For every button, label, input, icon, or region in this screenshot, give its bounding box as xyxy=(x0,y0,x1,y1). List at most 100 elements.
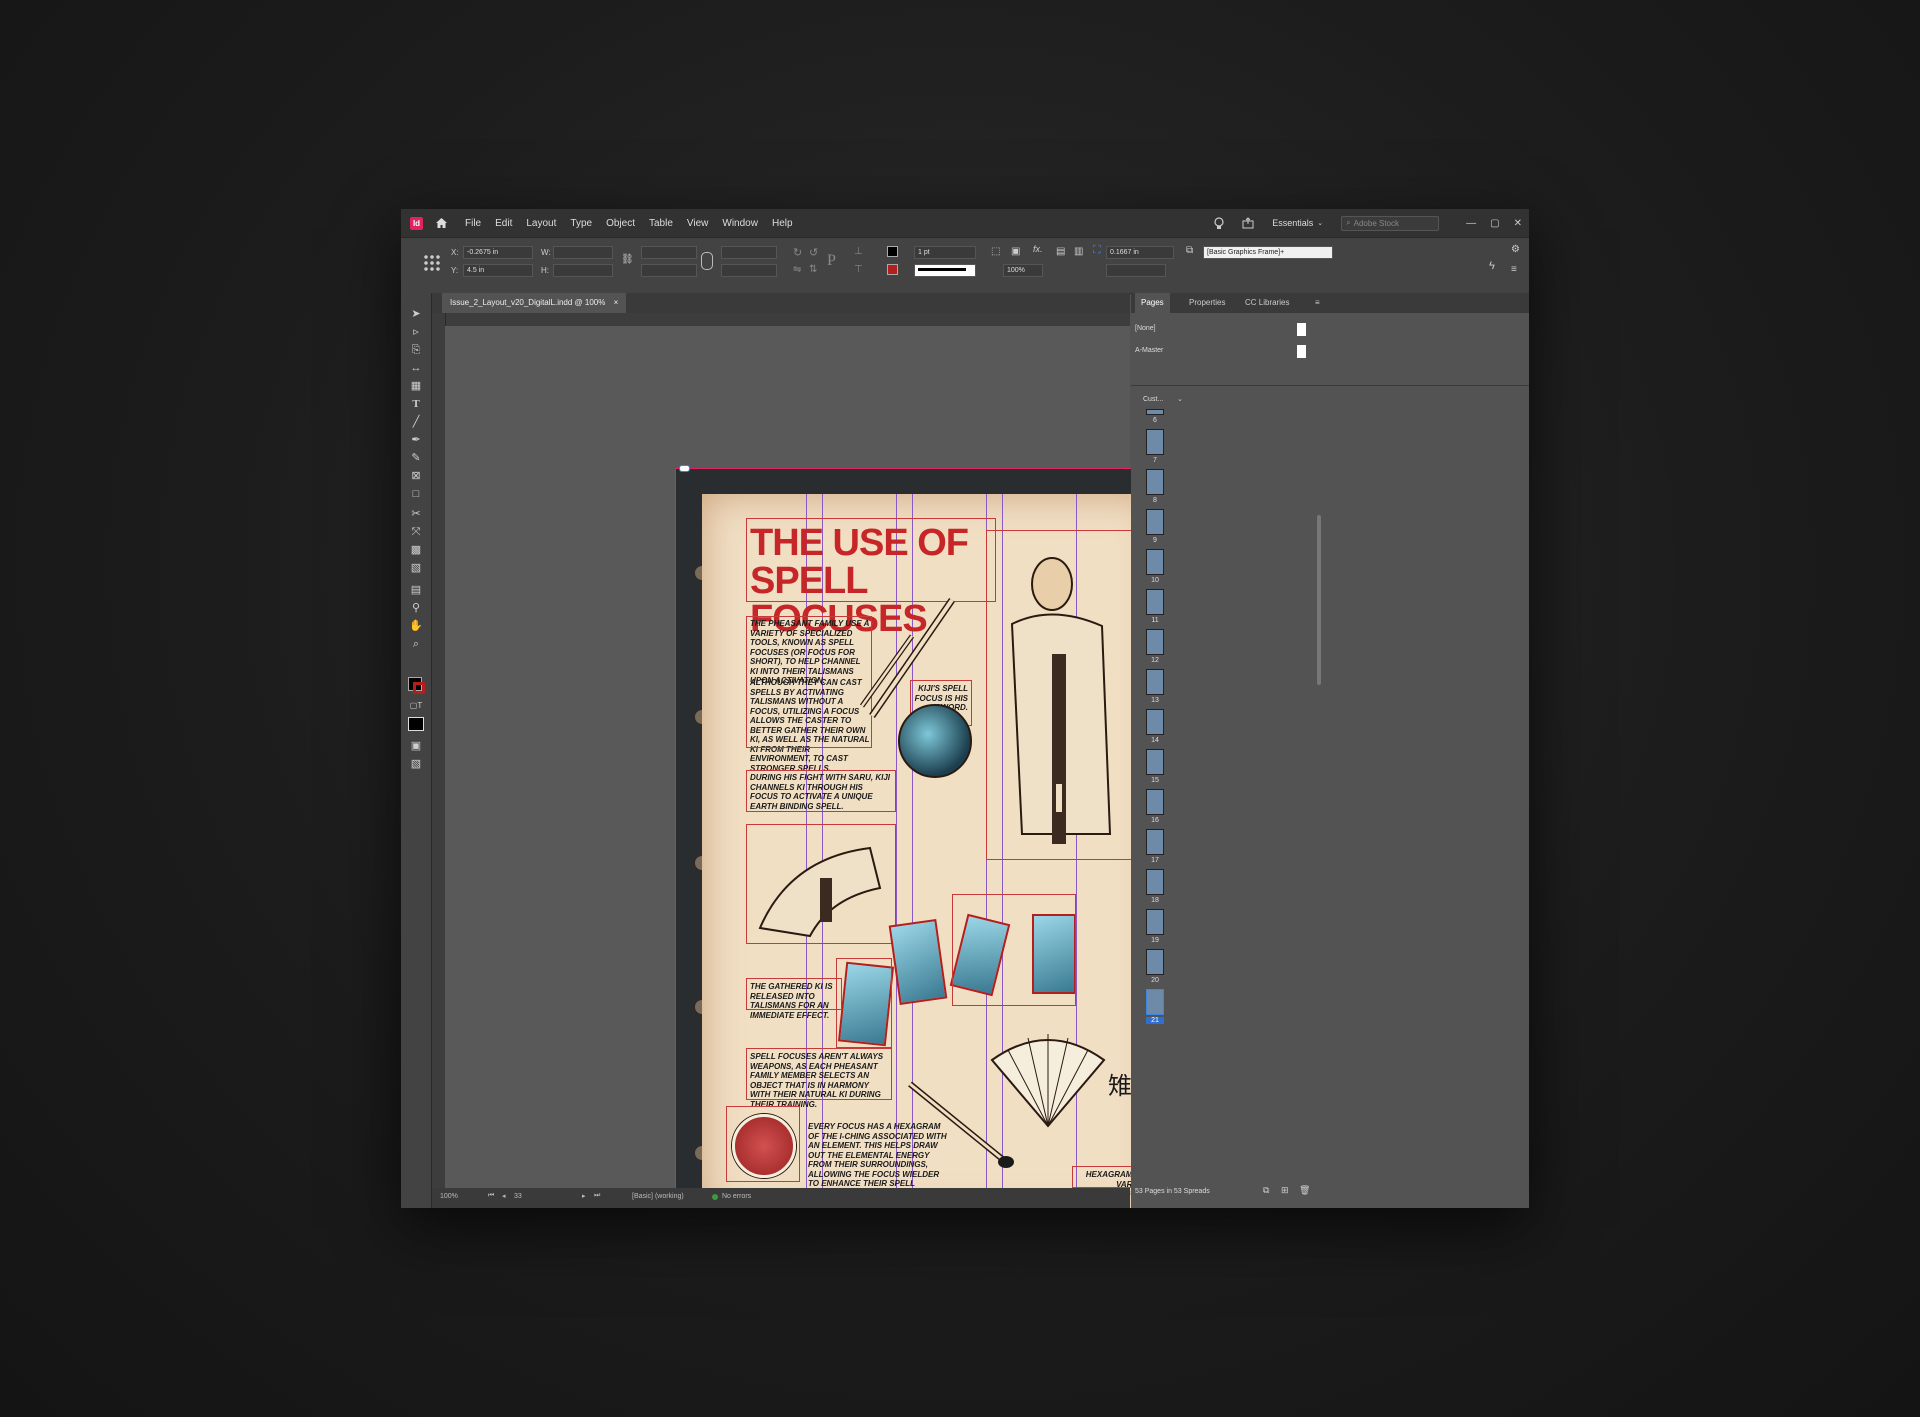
document-page[interactable]: THE USE OF SPELL FOCUSES The Pheasant fa… xyxy=(702,494,1158,1208)
menu-type[interactable]: Type xyxy=(563,218,599,229)
view-mode-icon[interactable]: ▧ xyxy=(409,757,423,771)
frame-fit-icon[interactable]: ⬚ xyxy=(991,246,1000,257)
gradient-tool-icon[interactable]: ▩ xyxy=(409,543,423,557)
stroke-weight-field[interactable]: 1 pt xyxy=(914,246,976,259)
page-thumb[interactable] xyxy=(1146,949,1164,975)
gradient-feather-tool-icon[interactable]: ▧ xyxy=(409,561,423,575)
text-wrap-icon[interactable]: ▤ xyxy=(1056,246,1065,257)
distribute-icon[interactable]: ⊤ xyxy=(854,264,863,275)
opacity-field[interactable]: 100% xyxy=(1003,264,1043,277)
page-thumb[interactable] xyxy=(1146,629,1164,655)
paragraph-hexagram[interactable]: Every focus has a hexagram of the I-Chin… xyxy=(808,1122,948,1198)
close-tab-icon[interactable]: × xyxy=(614,298,619,307)
text-frame-gathered[interactable] xyxy=(746,978,842,1010)
pen-tool-icon[interactable]: ✒ xyxy=(409,433,423,447)
stroke-swatch[interactable] xyxy=(887,264,898,275)
emblem-frame[interactable] xyxy=(726,1106,800,1182)
menu-table[interactable]: Table xyxy=(642,218,680,229)
reference-point-icon[interactable] xyxy=(423,254,441,272)
flip-horizontal-icon[interactable]: ⇋ xyxy=(793,264,801,275)
talisman-card[interactable] xyxy=(888,919,948,1005)
zoom-level[interactable]: 100% xyxy=(440,1193,458,1200)
page-thumb[interactable] xyxy=(1146,869,1164,895)
home-icon[interactable] xyxy=(435,217,448,229)
horizontal-ruler[interactable] xyxy=(445,313,1130,327)
scissors-tool-icon[interactable]: ✂ xyxy=(409,507,423,521)
content-collector-icon[interactable]: ▦ xyxy=(409,379,423,393)
object-style-select[interactable]: [Basic Graphics Frame]+ xyxy=(1203,246,1333,259)
page-thumb[interactable] xyxy=(1146,409,1164,415)
text-frame-spell-focuses[interactable] xyxy=(746,1048,892,1100)
talisman-frame[interactable] xyxy=(836,958,892,1048)
offset-field[interactable]: 0.1667 in xyxy=(1106,246,1174,259)
preflight-status[interactable]: No errors xyxy=(722,1193,751,1200)
page-size-select[interactable]: Cust... xyxy=(1143,396,1163,403)
fill-swatch[interactable] xyxy=(887,246,898,257)
page-thumb[interactable] xyxy=(1146,469,1164,495)
master-a[interactable]: A-Master xyxy=(1135,347,1163,354)
page-thumb[interactable] xyxy=(1146,749,1164,775)
close-button[interactable]: ✕ xyxy=(1514,218,1522,229)
page-thumb-selected[interactable] xyxy=(1146,989,1164,1015)
menu-file[interactable]: File xyxy=(458,218,488,229)
scale-x-field[interactable] xyxy=(641,246,697,259)
h-field[interactable] xyxy=(553,264,613,277)
scale-y-field[interactable] xyxy=(641,264,697,277)
panel-scrollbar[interactable] xyxy=(1317,515,1321,685)
gap-tool-icon[interactable]: ↔ xyxy=(409,361,423,375)
page-tool-icon[interactable]: ⎘ xyxy=(409,343,423,357)
trash-icon[interactable]: 🗑 xyxy=(1299,1185,1310,1196)
line-tool-icon[interactable]: ╱ xyxy=(409,415,423,429)
chevron-down-icon[interactable]: ⌄ xyxy=(1177,395,1183,403)
rotate-cw-icon[interactable]: ↻ xyxy=(793,246,802,259)
pasteboard[interactable]: THE USE OF SPELL FOCUSES The Pheasant fa… xyxy=(445,326,1184,1208)
prev-page-icon[interactable]: ◂ xyxy=(502,1192,506,1200)
constrain-link-icon[interactable]: ⛓ xyxy=(621,254,634,265)
menu-layout[interactable]: Layout xyxy=(519,218,563,229)
tab-properties[interactable]: Properties xyxy=(1189,293,1225,313)
text-wrap-jump-icon[interactable]: ▥ xyxy=(1074,246,1083,257)
rotate-field[interactable] xyxy=(721,246,777,259)
menu-view[interactable]: View xyxy=(680,218,716,229)
stroke-color-icon[interactable] xyxy=(413,682,425,694)
align-icon[interactable]: ⊥ xyxy=(854,246,863,257)
corner-shape-field[interactable] xyxy=(1106,264,1166,277)
edit-page-size-icon[interactable]: ⧉ xyxy=(1263,1185,1269,1196)
profile-status[interactable]: [Basic] (working) xyxy=(632,1193,684,1200)
share-icon[interactable] xyxy=(1242,217,1254,229)
frame-handle[interactable] xyxy=(679,465,690,472)
next-page-icon[interactable]: ▸ xyxy=(582,1192,586,1200)
inset-circle-image[interactable] xyxy=(898,704,972,778)
tab-pages[interactable]: Pages xyxy=(1135,293,1170,313)
screen-mode-icon[interactable]: ▣ xyxy=(409,739,423,753)
page-number-field[interactable]: 33 xyxy=(514,1193,570,1200)
lightning-icon[interactable]: ϟ xyxy=(1489,260,1495,272)
maximize-button[interactable]: ▢ xyxy=(1490,218,1499,229)
selection-tool-icon[interactable]: ➤ xyxy=(409,307,423,321)
apply-color-icon[interactable] xyxy=(408,717,424,731)
menu-window[interactable]: Window xyxy=(715,218,765,229)
hand-tool-icon[interactable]: ✋ xyxy=(409,619,423,633)
first-page-icon[interactable]: ⏮ xyxy=(488,1192,494,1200)
new-page-icon[interactable]: ⊞ xyxy=(1281,1185,1289,1196)
vertical-ruler[interactable] xyxy=(432,313,446,1188)
page-thumb[interactable] xyxy=(1146,909,1164,935)
tab-cc-libraries[interactable]: CC Libraries xyxy=(1245,293,1289,313)
drop-shadow-icon[interactable]: ▣ xyxy=(1011,246,1020,257)
type-tool-icon[interactable]: T xyxy=(409,397,423,411)
page-thumb[interactable] xyxy=(1146,429,1164,455)
page-thumb[interactable] xyxy=(1146,789,1164,815)
menu-object[interactable]: Object xyxy=(599,218,642,229)
menu-edit[interactable]: Edit xyxy=(488,218,519,229)
page-thumb[interactable] xyxy=(1146,709,1164,735)
menu-help[interactable]: Help xyxy=(765,218,800,229)
text-frame-fight[interactable] xyxy=(746,770,896,812)
document-tab[interactable]: Issue_2_Layout_v20_DigitalL.indd @ 100% … xyxy=(442,293,627,313)
gear-icon[interactable]: ⚙ xyxy=(1511,244,1520,255)
rotate-ccw-icon[interactable]: ↺ xyxy=(809,246,818,259)
title-frame[interactable] xyxy=(746,518,996,602)
adobe-stock-search[interactable]: ⌕ Adobe Stock xyxy=(1341,215,1440,231)
page-thumb[interactable] xyxy=(1146,829,1164,855)
x-field[interactable]: -0.2675 in xyxy=(463,246,533,259)
master-a-thumb[interactable] xyxy=(1297,345,1306,358)
